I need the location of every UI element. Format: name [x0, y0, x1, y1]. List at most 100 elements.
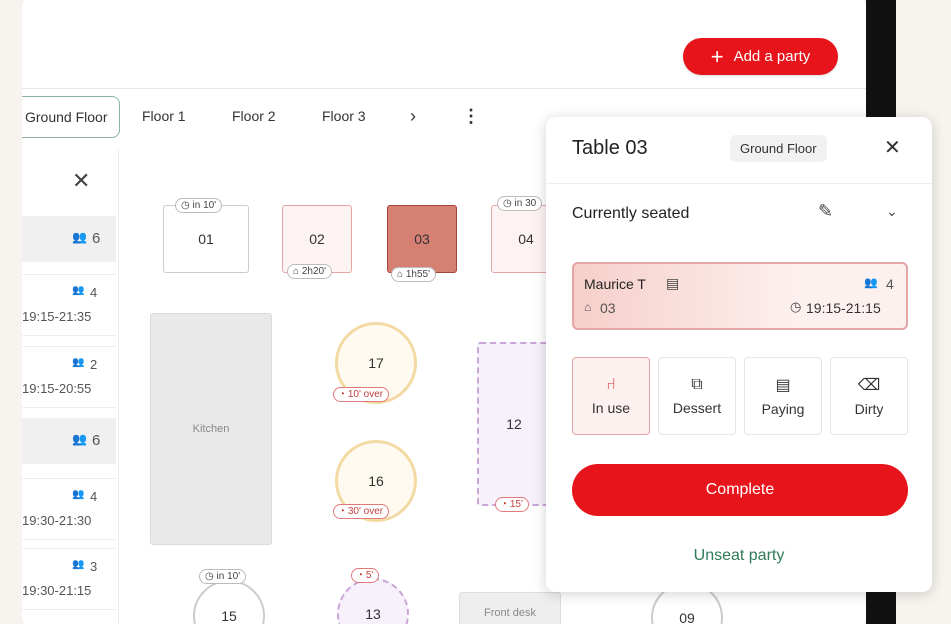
- reservation-sidebar: ✕ 👥 6 👥 4 19:15-21:35 👥 2 19:15-20:55 👥 …: [22, 150, 119, 624]
- floor-badge: Ground Floor: [730, 135, 827, 162]
- table-label: 09: [679, 610, 695, 624]
- tab-ground-floor[interactable]: Ground Floor: [22, 96, 121, 138]
- list-item[interactable]: 👥 3 19:30-21:15: [22, 548, 116, 610]
- list-item[interactable]: 👥 4 19:15-21:35: [22, 274, 116, 336]
- reservation-time: 19:30-21:15: [22, 583, 92, 598]
- tab-label: Ground Floor: [25, 109, 108, 125]
- status-label: In use: [591, 400, 631, 416]
- table-label: 01: [198, 231, 214, 247]
- tab-label: Floor 1: [142, 108, 186, 124]
- table-04-timer: ◷ in 30: [497, 196, 543, 211]
- unseat-party-link[interactable]: Unseat party: [546, 547, 932, 565]
- table-icon: ⌂: [584, 300, 592, 314]
- list-item[interactable]: 👥 4 19:30-21:30: [22, 478, 116, 540]
- table-12[interactable]: 12: [477, 342, 551, 506]
- list-item[interactable]: 👥 6: [22, 216, 116, 262]
- section-title: Currently seated: [572, 205, 690, 222]
- guests-icon: 👥: [72, 230, 87, 244]
- table-15-timer: ◷ in 10': [199, 569, 247, 584]
- party-size: 4: [90, 285, 98, 300]
- table-label: 17: [368, 355, 384, 371]
- status-label: Dirty: [854, 401, 884, 417]
- timer-text: in 30: [514, 198, 537, 209]
- tab-floor-1[interactable]: Floor 1: [142, 96, 186, 136]
- seated-party-card[interactable]: Maurice T ▤ 👥 4 ⌂ 03 ◷ 19:15-21:15: [572, 262, 908, 330]
- status-label: Paying: [761, 401, 805, 417]
- status-paying-button[interactable]: ▤ Paying: [744, 357, 822, 435]
- table-16-timer: ◔ 30' over: [333, 504, 390, 519]
- table-17-timer: ◔ 10' over: [333, 387, 390, 402]
- panel-divider: [546, 183, 932, 184]
- guests-icon: 👥: [72, 432, 87, 446]
- kitchen-area: Kitchen: [150, 313, 272, 545]
- timer-text: 10' over: [347, 389, 384, 400]
- chair-icon: ⑁: [606, 376, 616, 393]
- notes-icon: ▤: [666, 275, 680, 291]
- timer-text: in 10': [192, 200, 217, 211]
- timer-text: 5': [365, 570, 374, 581]
- next-floors-icon[interactable]: ›: [410, 96, 416, 136]
- timer-text: 1h55': [405, 269, 430, 280]
- table-label: 04: [518, 231, 534, 247]
- guest-table: 03: [600, 300, 616, 316]
- status-dirty-button[interactable]: ⌫ Dirty: [830, 357, 908, 435]
- status-dessert-button[interactable]: ⧉ Dessert: [658, 357, 736, 435]
- table-01-timer: ◷ in 10': [175, 198, 223, 213]
- reservation-time: 19:15-20:55: [22, 381, 92, 396]
- panel-title: Table 03: [572, 137, 648, 159]
- guests-icon: 👥: [864, 277, 878, 289]
- list-item[interactable]: 👥 6: [22, 418, 116, 464]
- tab-label: Floor 3: [322, 108, 366, 124]
- tab-floor-3[interactable]: Floor 3: [322, 96, 366, 136]
- table-01[interactable]: 01: [163, 205, 249, 273]
- table-detail-panel: Table 03 Ground Floor ✕ Currently seated…: [546, 117, 932, 592]
- floors-menu-icon[interactable]: ⋮: [462, 96, 480, 136]
- table-label: 02: [309, 231, 325, 247]
- front-desk-area: Front desk: [459, 592, 561, 624]
- party-size: 6: [92, 432, 101, 449]
- party-size: 4: [90, 489, 98, 504]
- table-label: 03: [414, 231, 430, 247]
- table-label: 13: [365, 606, 381, 622]
- guest-count: 4: [886, 276, 894, 292]
- table-03-timer: ⌂ 1h55': [391, 267, 436, 282]
- party-size: 3: [90, 559, 98, 574]
- table-03[interactable]: 03: [387, 205, 457, 273]
- guest-name: Maurice T: [584, 276, 646, 292]
- table-label: 16: [368, 473, 384, 489]
- table-02[interactable]: 02: [282, 205, 352, 273]
- party-size: 2: [90, 357, 98, 372]
- header-bar: + Add a party: [22, 26, 866, 89]
- guests-icon: 👥: [72, 559, 85, 570]
- table-13[interactable]: 13: [337, 578, 409, 624]
- table-15[interactable]: 15: [193, 580, 265, 624]
- guests-icon: 👥: [72, 489, 85, 500]
- table-label: 15: [221, 608, 237, 624]
- party-size: 6: [92, 230, 101, 247]
- chevron-down-icon[interactable]: ⌄: [886, 203, 898, 220]
- add-party-button[interactable]: + Add a party: [683, 38, 838, 75]
- close-icon[interactable]: ✕: [72, 168, 90, 194]
- timer-text: 30' over: [347, 506, 384, 517]
- timer-text: 15': [509, 499, 523, 510]
- table-13-timer: ◔ 5': [351, 568, 380, 583]
- close-icon[interactable]: ✕: [884, 135, 901, 160]
- reservation-time: 19:30-21:30: [22, 513, 92, 528]
- front-desk-label: Front desk: [484, 607, 536, 619]
- tab-floor-2[interactable]: Floor 2: [232, 96, 276, 136]
- trash-icon: ⌫: [857, 377, 881, 394]
- clock-icon: ◷: [790, 299, 802, 314]
- cake-icon: ⧉: [691, 376, 703, 393]
- plus-icon: +: [710, 43, 724, 69]
- tab-label: Floor 2: [232, 108, 276, 124]
- list-item[interactable]: 👥 2 19:15-20:55: [22, 346, 116, 408]
- edit-icon[interactable]: ✎: [818, 201, 833, 222]
- status-label: Dessert: [672, 400, 722, 416]
- guests-icon: 👥: [72, 285, 85, 296]
- guest-time: 19:15-21:15: [806, 300, 881, 316]
- reservation-time: 19:15-21:35: [22, 309, 92, 324]
- top-bar: [22, 0, 866, 27]
- complete-button[interactable]: Complete: [572, 464, 908, 516]
- timer-text: in 10': [216, 571, 241, 582]
- status-in-use-button[interactable]: ⑁ In use: [572, 357, 650, 435]
